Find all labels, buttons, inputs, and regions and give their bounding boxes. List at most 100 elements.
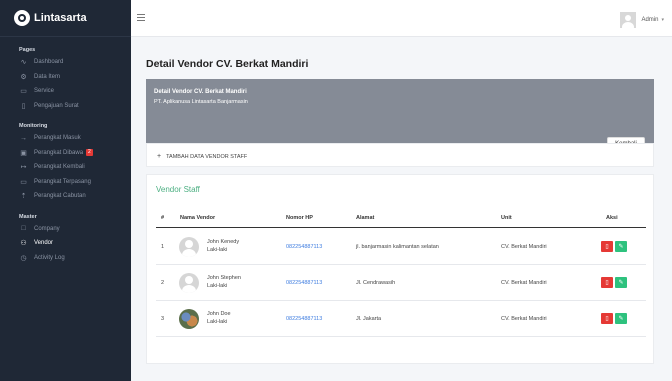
vendor-name: John Kenedy: [207, 239, 240, 245]
delete-button[interactable]: ▯: [601, 277, 613, 288]
brand[interactable]: Lintasarta: [0, 0, 131, 37]
sidebar-item-service[interactable]: ▭ Service: [0, 84, 131, 99]
square-icon: □: [21, 225, 26, 233]
edit-icon: ✎: [618, 316, 624, 322]
sidebar-item-perangkat-terpasang[interactable]: ▭ Perangkat Terpasang: [0, 175, 131, 190]
table-row: 2 John Stephen Laki-laki 082254887113 Jl…: [156, 265, 646, 301]
edit-button[interactable]: ✎: [615, 277, 627, 288]
avatar: [179, 237, 199, 257]
table-row: 3 John Doe Laki-laki 082254887113 Jl. Ja…: [156, 301, 646, 337]
avatar: [179, 309, 199, 329]
trash-icon: ▯: [605, 280, 609, 286]
column-header-unit: Unit: [501, 215, 512, 221]
login-arrow-icon: →: [20, 134, 27, 142]
gear-icon: ⚙: [20, 73, 27, 81]
trash-icon: ▯: [605, 316, 609, 322]
vendor-name: John Stephen: [207, 275, 241, 281]
page-title: Detail Vendor CV. Berkat Mandiri: [146, 58, 309, 70]
column-header-action: Aksi: [606, 215, 618, 221]
sidebar-item-perangkat-kembali[interactable]: ↦ Perangkat Kembali: [0, 160, 131, 175]
address: jl. banjarmasin kalimantan selatan: [356, 244, 439, 250]
address: Jl. Jakarta: [356, 316, 382, 322]
phone-number[interactable]: 082254887113: [286, 244, 322, 250]
edit-button[interactable]: ✎: [615, 241, 627, 252]
row-number: 2: [161, 280, 165, 286]
banner-title: Detail Vendor CV. Berkat Mandiri: [154, 89, 247, 95]
sidebar-item-activity-log[interactable]: ◷ Activity Log: [0, 251, 131, 266]
delete-button[interactable]: ▯: [601, 313, 613, 324]
upload-icon: ⇡: [20, 193, 27, 201]
unit: CV. Berkat Mandiri: [501, 280, 547, 286]
sidebar-item-perangkat-dibawa[interactable]: ▣ Perangkat Dibawa 2: [0, 146, 131, 161]
sidebar-item-label: Service: [34, 88, 55, 95]
sidebar-item-dashboard[interactable]: ∿ Dashboard: [0, 55, 131, 70]
edit-icon: ✎: [618, 244, 624, 250]
plus-icon: +: [157, 153, 162, 160]
sidebar-item-label: Data Item: [34, 73, 61, 80]
sidebar-item-label: Pengajuan Surat: [34, 102, 79, 109]
sidebar-item-label: Perangkat Dibawa: [34, 149, 84, 156]
vendor-name-cell: John Stephen Laki-laki: [207, 274, 241, 290]
delete-button[interactable]: ▯: [601, 241, 613, 252]
sidebar-item-perangkat-masuk[interactable]: → Perangkat Masuk: [0, 131, 131, 146]
address: Jl. Cendrawasih: [356, 280, 396, 286]
row-number: 3: [161, 316, 165, 322]
unit: CV. Berkat Mandiri: [501, 316, 547, 322]
sidebar-item-label: Perangkat Masuk: [34, 135, 81, 142]
sidebar-section-master: Master: [19, 213, 37, 220]
sidebar-item-data-item[interactable]: ⚙ Data Item: [0, 70, 131, 85]
vendor-name-cell: John Kenedy Laki-laki: [207, 238, 239, 254]
edit-icon: ✎: [618, 280, 624, 286]
row-number: 1: [161, 244, 165, 250]
vendor-name: John Doe: [207, 311, 231, 317]
hamburger-menu-icon[interactable]: [137, 14, 145, 23]
add-vendor-staff-button[interactable]: + TAMBAH DATA VENDOR STAFF: [157, 153, 247, 160]
card-title: Vendor Staff: [156, 185, 200, 194]
table-header: # Nama Vendor Nomor HP Alamat Unit Aksi: [156, 208, 646, 228]
sidebar-item-label: Company: [34, 225, 60, 232]
add-staff-card: + TAMBAH DATA VENDOR STAFF: [146, 143, 654, 167]
sidebar-section-pages: Pages: [19, 47, 36, 53]
user-menu[interactable]: Admin ▾: [620, 12, 664, 28]
phone-number[interactable]: 082254887113: [286, 316, 322, 322]
document-icon: ▯: [21, 102, 26, 110]
sidebar: Lintasarta Pages ∿ Dashboard ⚙ Data Item…: [0, 0, 131, 381]
sidebar-item-label: Dashboard: [34, 59, 64, 66]
inbox-icon: ▭: [20, 88, 27, 96]
column-header-no: #: [161, 215, 165, 221]
chevron-down-icon: ▾: [661, 17, 664, 23]
brand-name: Lintasarta: [34, 12, 87, 24]
sidebar-item-label: Perangkat Terpasang: [34, 178, 91, 185]
monitor-icon: ▭: [20, 178, 27, 186]
column-header-address: Alamat: [356, 215, 375, 221]
users-icon: ⚇: [20, 240, 27, 248]
sidebar-item-label: Activity Log: [34, 254, 65, 261]
column-header-name: Nama Vendor: [180, 215, 216, 221]
sidebar-item-vendor[interactable]: ⚇ Vendor: [0, 236, 131, 251]
pulse-icon: ∿: [20, 59, 27, 67]
vendor-gender: Laki-laki: [207, 283, 228, 289]
phone-number[interactable]: 082254887113: [286, 280, 322, 286]
avatar: [620, 12, 637, 28]
trash-icon: ▯: [605, 244, 609, 250]
column-header-phone: Nomor HP: [286, 215, 313, 221]
edit-button[interactable]: ✎: [615, 313, 627, 324]
sidebar-item-label: Vendor: [34, 240, 54, 247]
topbar: Admin ▾: [131, 0, 672, 37]
gift-icon: ▣: [20, 149, 27, 157]
notification-badge: 2: [86, 149, 93, 157]
clock-icon: ◷: [20, 254, 27, 262]
table-row: 1 John Kenedy Laki-laki 082254887113 jl.…: [156, 229, 646, 265]
sidebar-item-perangkat-cabutan[interactable]: ⇡ Perangkat Cabutan: [0, 189, 131, 204]
sidebar-section-monitoring: Monitoring: [19, 123, 48, 129]
avatar: [179, 273, 199, 293]
vendor-gender: Laki-laki: [207, 319, 228, 325]
sidebar-item-label: Perangkat Cabutan: [34, 193, 86, 200]
add-vendor-staff-label: TAMBAH DATA VENDOR STAFF: [166, 153, 248, 160]
sidebar-item-pengajuan-surat[interactable]: ▯ Pengajuan Surat: [0, 99, 131, 114]
vendor-staff-card: Vendor Staff # Nama Vendor Nomor HP Alam…: [146, 174, 654, 364]
sidebar-item-company[interactable]: □ Company: [0, 222, 131, 237]
return-arrow-icon: ↦: [20, 164, 27, 172]
unit: CV. Berkat Mandiri: [501, 244, 547, 250]
vendor-name-cell: John Doe Laki-laki: [207, 310, 231, 326]
